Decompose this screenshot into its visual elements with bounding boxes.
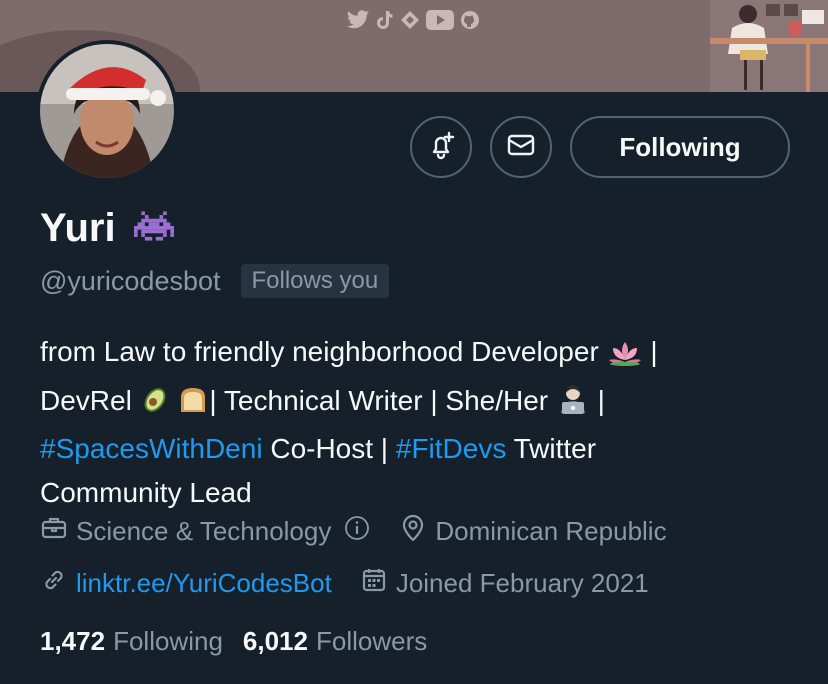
following-label: Following: [113, 626, 223, 656]
lotus-icon: [607, 335, 643, 379]
profile-avatar[interactable]: [36, 40, 178, 182]
category-item: Science & Technology: [40, 514, 371, 549]
following-button[interactable]: Following: [570, 116, 790, 178]
location-pin-icon: [399, 514, 427, 549]
banner-illustration: [710, 0, 828, 92]
hashtag-link[interactable]: #SpacesWithDeni: [40, 433, 263, 464]
bread-icon: [177, 384, 209, 428]
technologist-icon: [556, 384, 590, 428]
profile-bio: from Law to friendly neighborhood Develo…: [40, 330, 800, 514]
profile-meta-row-2: linktr.ee/YuriCodesBot Joined February 2…: [40, 566, 649, 601]
briefcase-icon: [40, 514, 68, 549]
followers-label: Followers: [315, 626, 428, 656]
tiktok-icon: [376, 10, 394, 30]
follow-stats: 1,472 Following 6,012 Followers: [40, 626, 427, 657]
envelope-icon: [506, 130, 536, 165]
location-text: Dominican Republic: [435, 516, 667, 546]
link-icon: [40, 566, 68, 601]
followers-stat[interactable]: 6,012 Followers: [243, 626, 427, 657]
github-icon: [460, 10, 480, 30]
message-button[interactable]: [490, 116, 552, 178]
following-count: 1,472: [40, 626, 106, 656]
profile-handle: @yuricodesbot: [40, 265, 221, 296]
handle-row: @yuricodesbot Follows you: [40, 264, 390, 298]
avocado-icon: [140, 384, 170, 428]
bell-plus-icon: [425, 129, 457, 166]
location-item: Dominican Republic: [399, 514, 667, 549]
bio-line-3: #SpacesWithDeni Co-Host | #FitDevs Twitt…: [40, 433, 597, 464]
profile-meta-row-1: Science & Technology Dominican Republic: [40, 514, 667, 549]
profile-name-row: Yuri: [40, 206, 174, 251]
banner-social-icons: [346, 10, 480, 30]
display-name: Yuri: [40, 206, 116, 250]
youtube-icon: [426, 10, 454, 30]
joined-item: Joined February 2021: [360, 566, 649, 601]
profile-actions: Following: [410, 116, 790, 178]
notifications-button[interactable]: [410, 116, 472, 178]
info-icon[interactable]: [343, 514, 371, 549]
bio-line-2: DevRel | Technical Writer | She/Her |: [40, 379, 800, 428]
following-stat[interactable]: 1,472 Following: [40, 626, 223, 657]
joined-text: Joined February 2021: [395, 568, 649, 598]
bio-line-4: Community Lead: [40, 476, 252, 508]
avatar-photo: [40, 44, 174, 178]
calendar-icon: [360, 566, 388, 601]
twitter-icon: [346, 10, 370, 30]
diamond-icon: [400, 10, 420, 30]
hashtag-link[interactable]: #FitDevs: [396, 433, 506, 464]
bio-line-1: from Law to friendly neighborhood Develo…: [40, 330, 800, 379]
category-text: Science & Technology: [76, 516, 332, 546]
follows-you-badge: Follows you: [240, 264, 390, 298]
website-item: linktr.ee/YuriCodesBot: [40, 566, 332, 601]
followers-count: 6,012: [242, 626, 308, 656]
alien-monster-icon: [133, 211, 174, 246]
website-link[interactable]: linktr.ee/YuriCodesBot: [76, 568, 332, 599]
